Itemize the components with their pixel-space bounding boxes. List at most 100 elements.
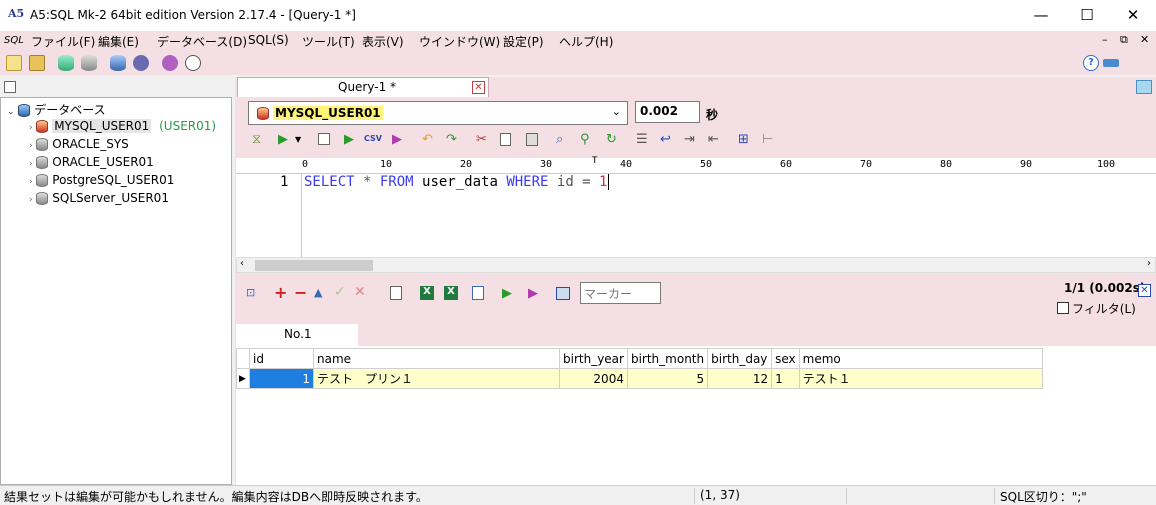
table-row[interactable]: ▶ 1 テスト プリン１ 2004 5 12 1 テスト１ <box>236 368 1043 389</box>
new-file-icon[interactable] <box>6 55 22 71</box>
undo-icon[interactable]: ↶ <box>422 132 433 147</box>
align-icon[interactable]: ☰ <box>636 132 648 147</box>
close-result-icon[interactable]: ✕ <box>1138 284 1151 297</box>
column-header[interactable]: birth_month <box>626 348 709 369</box>
result-tab-1[interactable]: No.1 <box>236 324 358 346</box>
redo-icon[interactable]: ↷ <box>446 132 457 147</box>
column-header[interactable]: birth_day <box>707 348 773 369</box>
delete-row-icon[interactable]: − <box>294 283 307 302</box>
explain-result-icon[interactable]: ▶ <box>528 286 538 301</box>
column-header[interactable]: id <box>249 348 314 369</box>
mdi-restore-button[interactable]: ⧉ <box>1120 33 1128 47</box>
settings-gear-icon[interactable] <box>133 55 149 71</box>
run-all-icon[interactable]: ⧖ <box>252 132 261 147</box>
paste-icon[interactable] <box>526 133 538 146</box>
er-diagram-icon[interactable] <box>162 55 178 71</box>
sql-text[interactable]: SELECT * FROM user_data WHERE id = 1 <box>304 174 610 190</box>
tree-root[interactable]: ⌄ データベース <box>7 101 106 119</box>
run-dropdown-icon[interactable]: ▼ <box>295 135 301 144</box>
cell[interactable]: 1 <box>249 368 314 389</box>
explain-icon[interactable]: ▶ <box>392 132 402 147</box>
replace-icon[interactable]: ⚲ <box>580 132 590 147</box>
commit-icon[interactable]: ✓ <box>334 284 346 300</box>
tree-item-sqlserver[interactable]: › SQLServer_USER01 <box>29 191 169 209</box>
connection-select[interactable]: MYSQL_USER01 ⌄ <box>248 101 628 125</box>
sql-editor[interactable]: 1 SELECT * FROM user_data WHERE id = 1 <box>236 174 1156 257</box>
db-disconnect-icon[interactable] <box>81 55 97 71</box>
tab-close-icon[interactable]: ✕ <box>472 81 485 94</box>
marker-input[interactable]: マーカー <box>580 282 661 304</box>
menu-window[interactable]: ウインドウ(W) <box>419 33 500 50</box>
maximize-button[interactable]: ☐ <box>1064 0 1110 31</box>
columns-icon[interactable]: ⊞ <box>738 132 749 147</box>
status-bar: 結果セットは編集が可能かもしれません。編集内容はDBへ即時反映されます。 (1,… <box>0 485 1156 505</box>
stop-icon[interactable] <box>318 133 330 145</box>
open-folder-icon[interactable] <box>29 55 45 71</box>
tree-toggle-icon[interactable] <box>4 81 16 93</box>
menu-tools[interactable]: ツール(T) <box>302 33 355 50</box>
excel-all-icon[interactable]: X <box>444 286 458 300</box>
editor-hscrollbar[interactable]: ‹ › <box>236 257 1156 273</box>
column-header[interactable]: birth_year <box>559 348 628 369</box>
copy-result-icon[interactable] <box>472 286 484 300</box>
menu-settings[interactable]: 設定(P) <box>503 33 544 50</box>
run-ab-icon[interactable]: ▶ <box>344 132 354 147</box>
db-connect-icon[interactable] <box>58 55 74 71</box>
indent-icon[interactable]: ⇥ <box>684 132 695 147</box>
minimize-button[interactable]: — <box>1018 0 1064 31</box>
menu-database[interactable]: データベース(D) <box>157 33 247 50</box>
chevron-down-icon[interactable]: ⌄ <box>612 105 621 118</box>
cell[interactable]: テスト１ <box>798 368 1043 389</box>
wrap-icon[interactable]: ↩ <box>660 132 671 147</box>
excel-icon[interactable]: X <box>420 286 434 300</box>
outdent-icon[interactable]: ⇤ <box>708 132 719 147</box>
refresh-icon[interactable]: ⊡ <box>246 286 255 299</box>
mdi-close-button[interactable]: ✕ <box>1140 33 1149 46</box>
help-icon[interactable]: ? <box>1083 55 1099 71</box>
cell[interactable]: 1 <box>771 368 800 389</box>
column-header[interactable]: memo <box>798 348 1043 369</box>
add-row-icon[interactable]: + <box>274 283 287 302</box>
menu-view[interactable]: 表示(V) <box>362 33 404 50</box>
format-icon[interactable]: ↻ <box>606 132 617 147</box>
scroll-right-icon[interactable]: › <box>1147 258 1151 269</box>
cell[interactable]: 5 <box>626 368 709 389</box>
cell[interactable]: 12 <box>707 368 773 389</box>
clock-icon[interactable] <box>185 55 201 71</box>
move-up-icon[interactable]: ▲ <box>314 286 322 299</box>
tree-item-postgresql[interactable]: › PostgreSQL_USER01 <box>29 173 174 191</box>
cancel-icon[interactable]: ✕ <box>354 284 366 300</box>
column-header[interactable]: name <box>313 348 560 369</box>
cell[interactable]: テスト プリン１ <box>313 368 560 389</box>
tab-query-1[interactable]: Query-1 * ✕ <box>237 77 489 97</box>
find-icon[interactable]: ⌕ <box>556 132 563 147</box>
tree-view-icon[interactable]: ⊢ <box>762 132 773 147</box>
sql-text-part: user_data <box>413 174 507 190</box>
scroll-left-icon[interactable]: ‹ <box>240 258 244 269</box>
export-icon[interactable] <box>390 286 402 300</box>
tree-item-oracle-user[interactable]: › ORACLE_USER01 <box>29 155 154 173</box>
db-list-icon[interactable] <box>110 55 126 71</box>
filter-checkbox[interactable] <box>1057 302 1069 314</box>
tree-item-label: SQLServer_USER01 <box>52 191 169 205</box>
mdi-minimize-button[interactable]: – <box>1102 33 1108 46</box>
keyboard-icon[interactable] <box>1103 59 1119 67</box>
scroll-thumb[interactable] <box>255 260 373 271</box>
menu-file[interactable]: ファイル(F) <box>31 33 95 50</box>
cut-icon[interactable]: ✂ <box>476 132 487 147</box>
close-window-button[interactable]: ✕ <box>1110 0 1156 31</box>
run-ab-result-icon[interactable]: ▶ <box>502 286 512 301</box>
run-icon[interactable]: ▶ <box>278 132 288 147</box>
copy-icon[interactable] <box>500 133 511 146</box>
chevron-right-icon: › <box>29 141 33 151</box>
menu-edit[interactable]: 編集(E) <box>98 33 139 50</box>
cell[interactable]: 2004 <box>559 368 628 389</box>
grid-view-icon[interactable] <box>556 287 570 300</box>
tab-list-icon[interactable] <box>1136 80 1152 94</box>
menu-sql[interactable]: SQL(S) <box>248 33 289 47</box>
tree-item-mysql[interactable]: › MYSQL_USER01 (USER01) <box>29 119 216 137</box>
column-header[interactable]: sex <box>771 348 800 369</box>
tree-item-oracle-sys[interactable]: › ORACLE_SYS <box>29 137 129 155</box>
csv-export-icon[interactable]: CSV <box>364 134 382 143</box>
menu-help[interactable]: ヘルプ(H) <box>559 33 613 50</box>
